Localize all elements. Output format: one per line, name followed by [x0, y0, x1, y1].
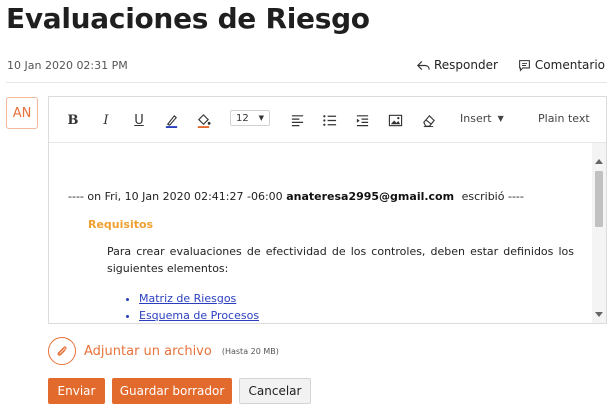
- scroll-up-icon[interactable]: [595, 159, 603, 164]
- bullet-list-icon[interactable]: [321, 111, 337, 129]
- body-paragraph: Para crear evaluaciones de efectividad d…: [107, 245, 574, 275]
- editor-content[interactable]: ---- on Fri, 10 Jan 2020 02:41:27 -06:00…: [49, 143, 592, 323]
- paperclip-icon[interactable]: [48, 337, 76, 365]
- list-item-link[interactable]: Matriz de Riesgos: [139, 292, 236, 305]
- attach-file[interactable]: Adjuntar un archivo (Hasta 20 MB): [48, 337, 279, 365]
- comment-button[interactable]: Comentario: [518, 58, 605, 72]
- reply-label: Responder: [433, 58, 498, 72]
- quote-header: ---- on Fri, 10 Jan 2020 02:41:27 -06:00…: [68, 190, 524, 203]
- avatar: AN: [6, 97, 38, 129]
- page-title: Evaluaciones de Riesgo: [6, 2, 370, 35]
- requirements-heading: Requisitos: [88, 218, 154, 231]
- editor-scrollbar[interactable]: [592, 143, 606, 323]
- bold-icon[interactable]: B: [66, 111, 80, 129]
- underline-icon[interactable]: U: [132, 111, 146, 129]
- image-icon[interactable]: [387, 111, 403, 129]
- quote-prefix: ---- on Fri, 10 Jan 2020 02:41:27 -06:00: [68, 190, 283, 203]
- scroll-thumb[interactable]: [595, 171, 603, 227]
- chevron-down-icon: ▼: [258, 114, 264, 122]
- send-button[interactable]: Enviar: [48, 378, 105, 404]
- save-draft-button[interactable]: Guardar borrador: [112, 378, 232, 404]
- insert-dropdown[interactable]: Insert ▼: [460, 112, 504, 125]
- header-divider: [6, 82, 607, 83]
- reply-icon: [416, 60, 430, 70]
- rich-text-editor[interactable]: B I U 12 ▼ Insert ▼ Plain text ---- on F…: [48, 96, 607, 324]
- cancel-button[interactable]: Cancelar: [239, 378, 311, 404]
- fill-color-icon[interactable]: [195, 111, 211, 129]
- requirements-list: Matriz de Riesgos Esquema de Procesos: [125, 290, 259, 323]
- scroll-down-icon[interactable]: [595, 312, 603, 317]
- message-date: 10 Jan 2020 02:31 PM: [7, 59, 128, 72]
- comment-icon: [519, 59, 530, 72]
- editor-toolbar: B I U 12 ▼ Insert ▼ Plain text: [49, 97, 606, 143]
- quote-email: anateresa2995@gmail.com: [286, 190, 455, 203]
- eraser-icon[interactable]: [420, 111, 436, 129]
- font-size-value: 12: [236, 112, 249, 124]
- italic-icon[interactable]: I: [99, 111, 113, 129]
- message-actions: Responder Comentario: [416, 58, 605, 72]
- comment-label: Comentario: [534, 58, 605, 72]
- quote-suffix: escribió ----: [461, 190, 524, 203]
- list-item[interactable]: Esquema de Procesos: [139, 307, 259, 323]
- font-size-select[interactable]: 12 ▼: [230, 110, 270, 126]
- text-color-icon[interactable]: [163, 111, 179, 129]
- list-item[interactable]: Matriz de Riesgos: [139, 290, 259, 307]
- caret-down-icon: ▼: [497, 114, 504, 123]
- list-item-link[interactable]: Esquema de Procesos: [139, 309, 259, 322]
- reply-button[interactable]: Responder: [416, 58, 498, 72]
- attach-size-hint: (Hasta 20 MB): [221, 346, 279, 356]
- insert-label: Insert: [460, 112, 492, 125]
- attach-label[interactable]: Adjuntar un archivo: [84, 344, 212, 359]
- align-left-icon[interactable]: [289, 111, 305, 129]
- plain-text-toggle[interactable]: Plain text: [538, 112, 590, 125]
- indent-icon[interactable]: [354, 111, 370, 129]
